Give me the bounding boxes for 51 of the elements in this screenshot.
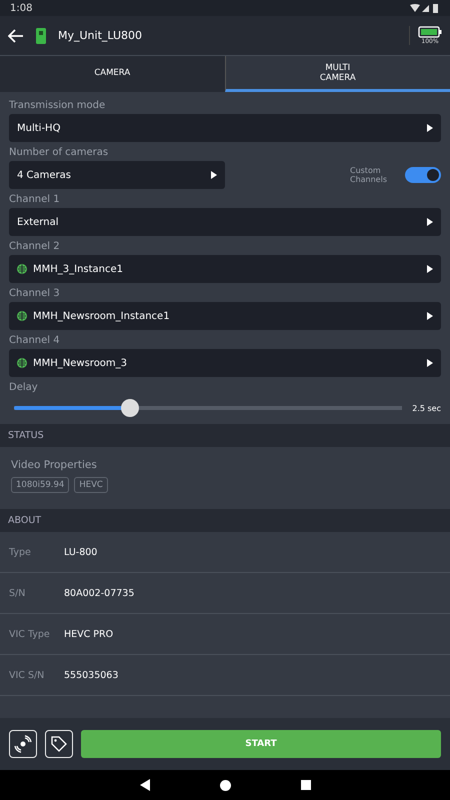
field-label: Channel 1 (9, 194, 61, 205)
section-header: STATUS (0, 424, 450, 447)
info-value: LU-800 (64, 546, 98, 558)
dropdown[interactable]: Multi-HQ (9, 114, 441, 142)
info-key: S/N (9, 588, 64, 598)
broadcast-icon[interactable] (9, 730, 37, 758)
dropdown[interactable]: 4 Cameras (9, 161, 225, 189)
info-value: HEVC PRO (64, 628, 114, 640)
dropdown[interactable]: External (9, 208, 441, 236)
signal-icon (410, 4, 440, 12)
globe-icon (17, 358, 27, 368)
home-icon[interactable] (220, 780, 230, 790)
dropdown[interactable]: MMH_3_Instance1 (9, 255, 441, 283)
tab[interactable]: MULTI CAMERA (224, 56, 450, 92)
field-label: Number of cameras (9, 147, 110, 158)
field-label: Transmission mode (9, 100, 106, 111)
caret-icon (211, 171, 217, 179)
section-subtitle: Video Properties (11, 459, 98, 471)
unit-title: My_Unit_LU800 (58, 29, 144, 42)
dropdown[interactable]: MMH_Newsroom_Instance1 (9, 302, 441, 330)
caret-icon (427, 359, 433, 367)
device-icon (36, 28, 46, 44)
slider-thumb[interactable] (121, 399, 140, 417)
tag: HEVC (74, 477, 108, 493)
clock: 1:08 (10, 2, 32, 14)
caret-icon (427, 124, 433, 132)
toggle-switch[interactable] (405, 167, 441, 183)
info-value: 555035063 (64, 670, 118, 680)
field-label: Delay (9, 382, 39, 393)
battery-icon (418, 26, 442, 38)
section-header: ABOUT (0, 509, 450, 532)
slider-value: 2.5 sec (412, 404, 441, 412)
toggle-label: Custom Channels (350, 166, 387, 184)
dropdown[interactable]: MMH_Newsroom_3 (9, 349, 441, 377)
field-label: Channel 2 (9, 241, 61, 252)
info-key: VIC Type (9, 628, 64, 640)
info-value: 80A002-07735 (64, 588, 134, 598)
globe-icon (17, 311, 27, 321)
caret-icon (427, 218, 433, 226)
globe-icon (17, 264, 27, 274)
caret-icon (427, 312, 433, 320)
tag-icon[interactable] (45, 730, 73, 758)
tag: 1080i59.94 (11, 477, 70, 493)
back-icon[interactable] (140, 779, 150, 791)
field-label: Channel 3 (9, 288, 61, 299)
recents-icon[interactable] (300, 780, 310, 790)
info-key: VIC S/N (9, 670, 64, 680)
info-key: Type (9, 546, 64, 558)
back-icon[interactable] (8, 28, 24, 42)
caret-icon (427, 265, 433, 273)
field-label: Channel 4 (9, 335, 61, 346)
